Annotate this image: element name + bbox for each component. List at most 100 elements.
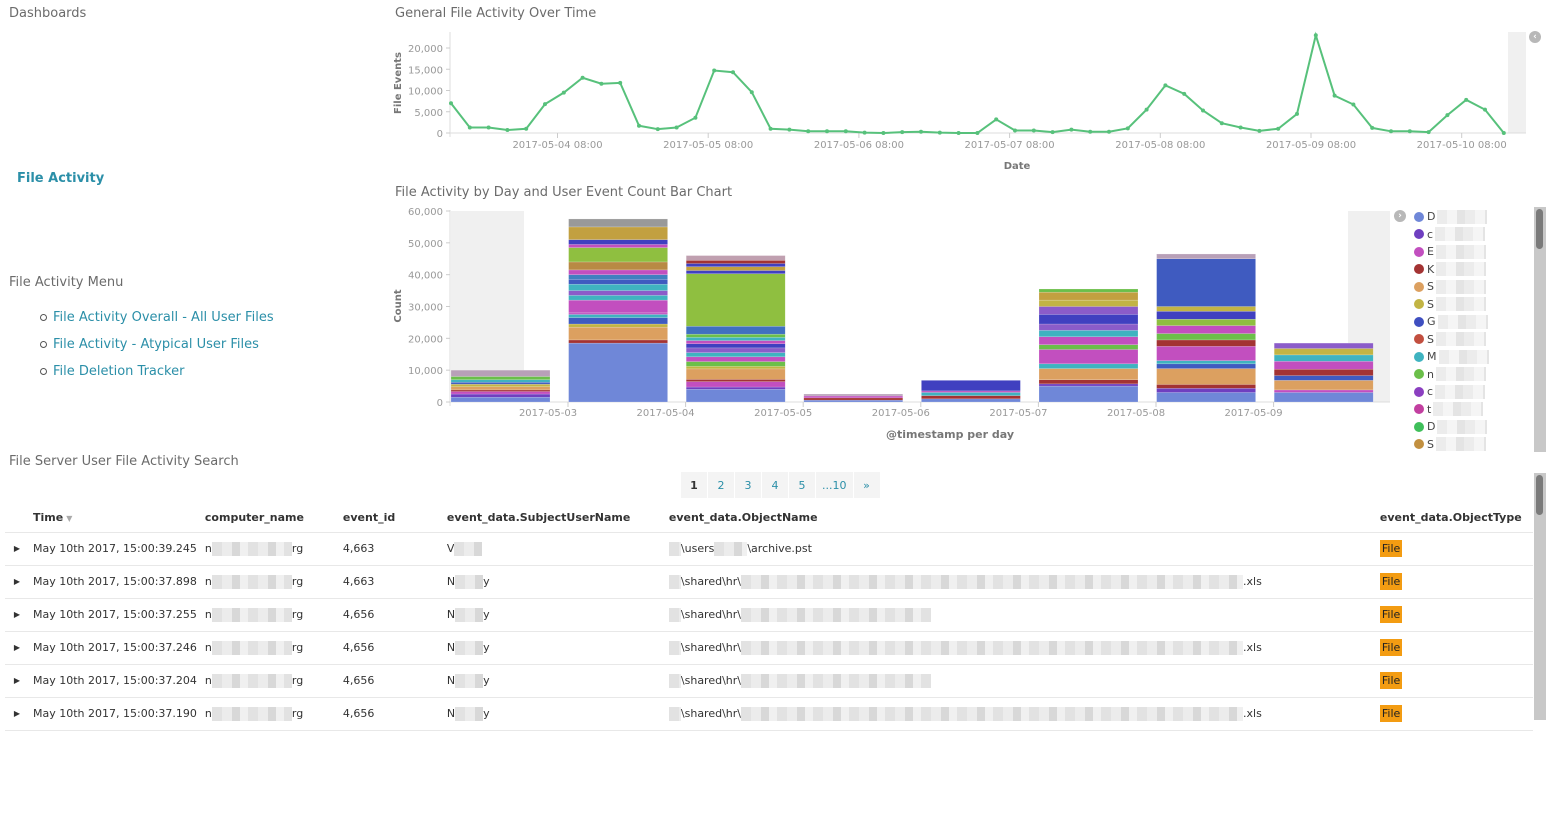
bar-stack-2017-05-06[interactable] [921, 380, 1021, 403]
bar-segment[interactable] [685, 337, 786, 341]
data-point[interactable] [1313, 33, 1318, 38]
bar-segment[interactable] [568, 295, 668, 301]
data-point[interactable] [806, 129, 811, 134]
data-point[interactable] [825, 129, 829, 134]
bar-segment[interactable] [1273, 375, 1374, 381]
data-point[interactable] [712, 68, 717, 73]
bar-segment[interactable] [1156, 311, 1256, 320]
bar-segment[interactable] [685, 255, 786, 261]
bar-segment[interactable] [685, 361, 786, 367]
bar-segment[interactable] [568, 323, 668, 328]
column-header-computer-name[interactable]: computer_name [200, 503, 339, 533]
data-point[interactable] [1295, 111, 1299, 116]
data-point[interactable] [1238, 125, 1243, 130]
bar-segment[interactable] [1156, 392, 1256, 403]
column-header-object-name[interactable]: event_data.ObjectName [664, 503, 1376, 533]
page-button[interactable]: ...10 [816, 472, 853, 498]
data-point[interactable] [881, 131, 886, 135]
bar-segment[interactable] [568, 342, 668, 403]
bar-segment[interactable] [568, 339, 668, 344]
bar-segment[interactable] [1156, 306, 1256, 312]
bar-segment[interactable] [1038, 363, 1139, 369]
bar-segment[interactable] [568, 218, 668, 228]
bar-segment[interactable] [450, 393, 551, 398]
scrollbar-thumb[interactable] [1536, 209, 1543, 249]
legend-item[interactable]: S [1414, 331, 1489, 349]
legend-item[interactable]: S [1414, 296, 1489, 314]
bar-segment[interactable] [921, 392, 1021, 396]
data-point[interactable] [1389, 129, 1393, 134]
legend-item[interactable]: S [1414, 436, 1489, 454]
bar-segment[interactable] [568, 326, 668, 341]
bar-segment[interactable] [450, 391, 551, 395]
table-row[interactable]: ▶ May 10th 2017, 15:00:39.245 n rg 4,663 V \us… [5, 532, 1533, 566]
expand-legend-button[interactable]: › [1394, 210, 1406, 222]
data-point[interactable] [1163, 83, 1168, 88]
expand-row-toggle[interactable]: ▶ [5, 598, 29, 632]
data-point[interactable] [1088, 129, 1093, 134]
legend-scrollbar[interactable] [1534, 207, 1546, 452]
legend-item[interactable]: c [1414, 226, 1489, 244]
bar-segment[interactable] [1156, 318, 1256, 326]
legend-item[interactable]: D [1414, 208, 1489, 226]
bar-stack-2017-05-08[interactable] [1156, 253, 1256, 403]
data-point[interactable] [674, 125, 679, 130]
bar-segment[interactable] [450, 383, 551, 387]
data-point[interactable] [1069, 127, 1074, 132]
bar-segment[interactable] [1156, 253, 1256, 259]
collapse-legend-button[interactable]: ‹ [1529, 31, 1541, 43]
bar-segment[interactable] [1273, 389, 1374, 393]
bar-segment[interactable] [1156, 368, 1256, 385]
bar-segment[interactable] [685, 343, 786, 349]
data-point[interactable] [768, 126, 773, 131]
bar-segment[interactable] [921, 395, 1021, 400]
column-header-object-type[interactable]: event_data.ObjectType [1375, 503, 1533, 533]
bar-segment[interactable] [568, 283, 668, 291]
bar-segment[interactable] [1273, 342, 1374, 349]
bar-segment[interactable] [568, 239, 668, 245]
data-point[interactable] [994, 117, 999, 122]
bar-segment[interactable] [685, 333, 786, 338]
column-header-time[interactable]: Time ▼ [29, 503, 201, 533]
data-point[interactable] [1445, 113, 1450, 118]
bar-segment[interactable] [685, 270, 786, 274]
bar-segment[interactable] [1038, 349, 1139, 365]
bar-segment[interactable] [803, 399, 904, 403]
bar-stack-2017-05-04[interactable] [685, 255, 786, 403]
bar-segment[interactable] [685, 273, 786, 327]
expand-row-toggle[interactable]: ▶ [5, 697, 29, 731]
bar-segment[interactable] [568, 290, 668, 296]
legend-item[interactable]: t [1414, 401, 1489, 419]
bar-segment[interactable] [450, 396, 551, 403]
bar-segment[interactable] [803, 395, 904, 399]
bar-segment[interactable] [1156, 258, 1256, 307]
bar-segment[interactable] [921, 398, 1021, 403]
page-button[interactable]: 1 [681, 472, 707, 498]
bar-stack-2017-05-03[interactable] [568, 218, 668, 403]
legend-item[interactable]: n [1414, 366, 1489, 384]
data-point[interactable] [787, 127, 792, 132]
data-point[interactable] [900, 130, 905, 135]
bar-segment[interactable] [1038, 336, 1139, 345]
bar-segment[interactable] [568, 274, 668, 280]
bar-segment[interactable] [685, 366, 786, 370]
bar-segment[interactable] [1038, 288, 1139, 293]
bar-segment[interactable] [685, 356, 786, 362]
bar-segment[interactable] [1156, 339, 1256, 347]
table-row[interactable]: ▶ May 10th 2017, 15:00:37.255 n rg 4,656 Ny \s… [5, 598, 1533, 632]
data-point[interactable] [486, 125, 491, 130]
bar-segment[interactable] [685, 386, 786, 390]
data-point[interactable] [1332, 93, 1337, 98]
bar-segment[interactable] [1038, 291, 1139, 301]
bar-segment[interactable] [568, 299, 668, 314]
bar-segment[interactable] [1038, 368, 1139, 380]
sort-desc-icon[interactable]: ▼ [66, 514, 72, 523]
data-point[interactable] [1144, 107, 1149, 112]
bar-segment[interactable] [1038, 306, 1139, 315]
data-point[interactable] [749, 90, 754, 95]
data-point[interactable] [1013, 128, 1017, 133]
bar-segment[interactable] [1038, 383, 1139, 387]
data-point[interactable] [637, 123, 641, 128]
bar-segment[interactable] [1273, 368, 1374, 376]
bar-segment[interactable] [685, 325, 786, 335]
